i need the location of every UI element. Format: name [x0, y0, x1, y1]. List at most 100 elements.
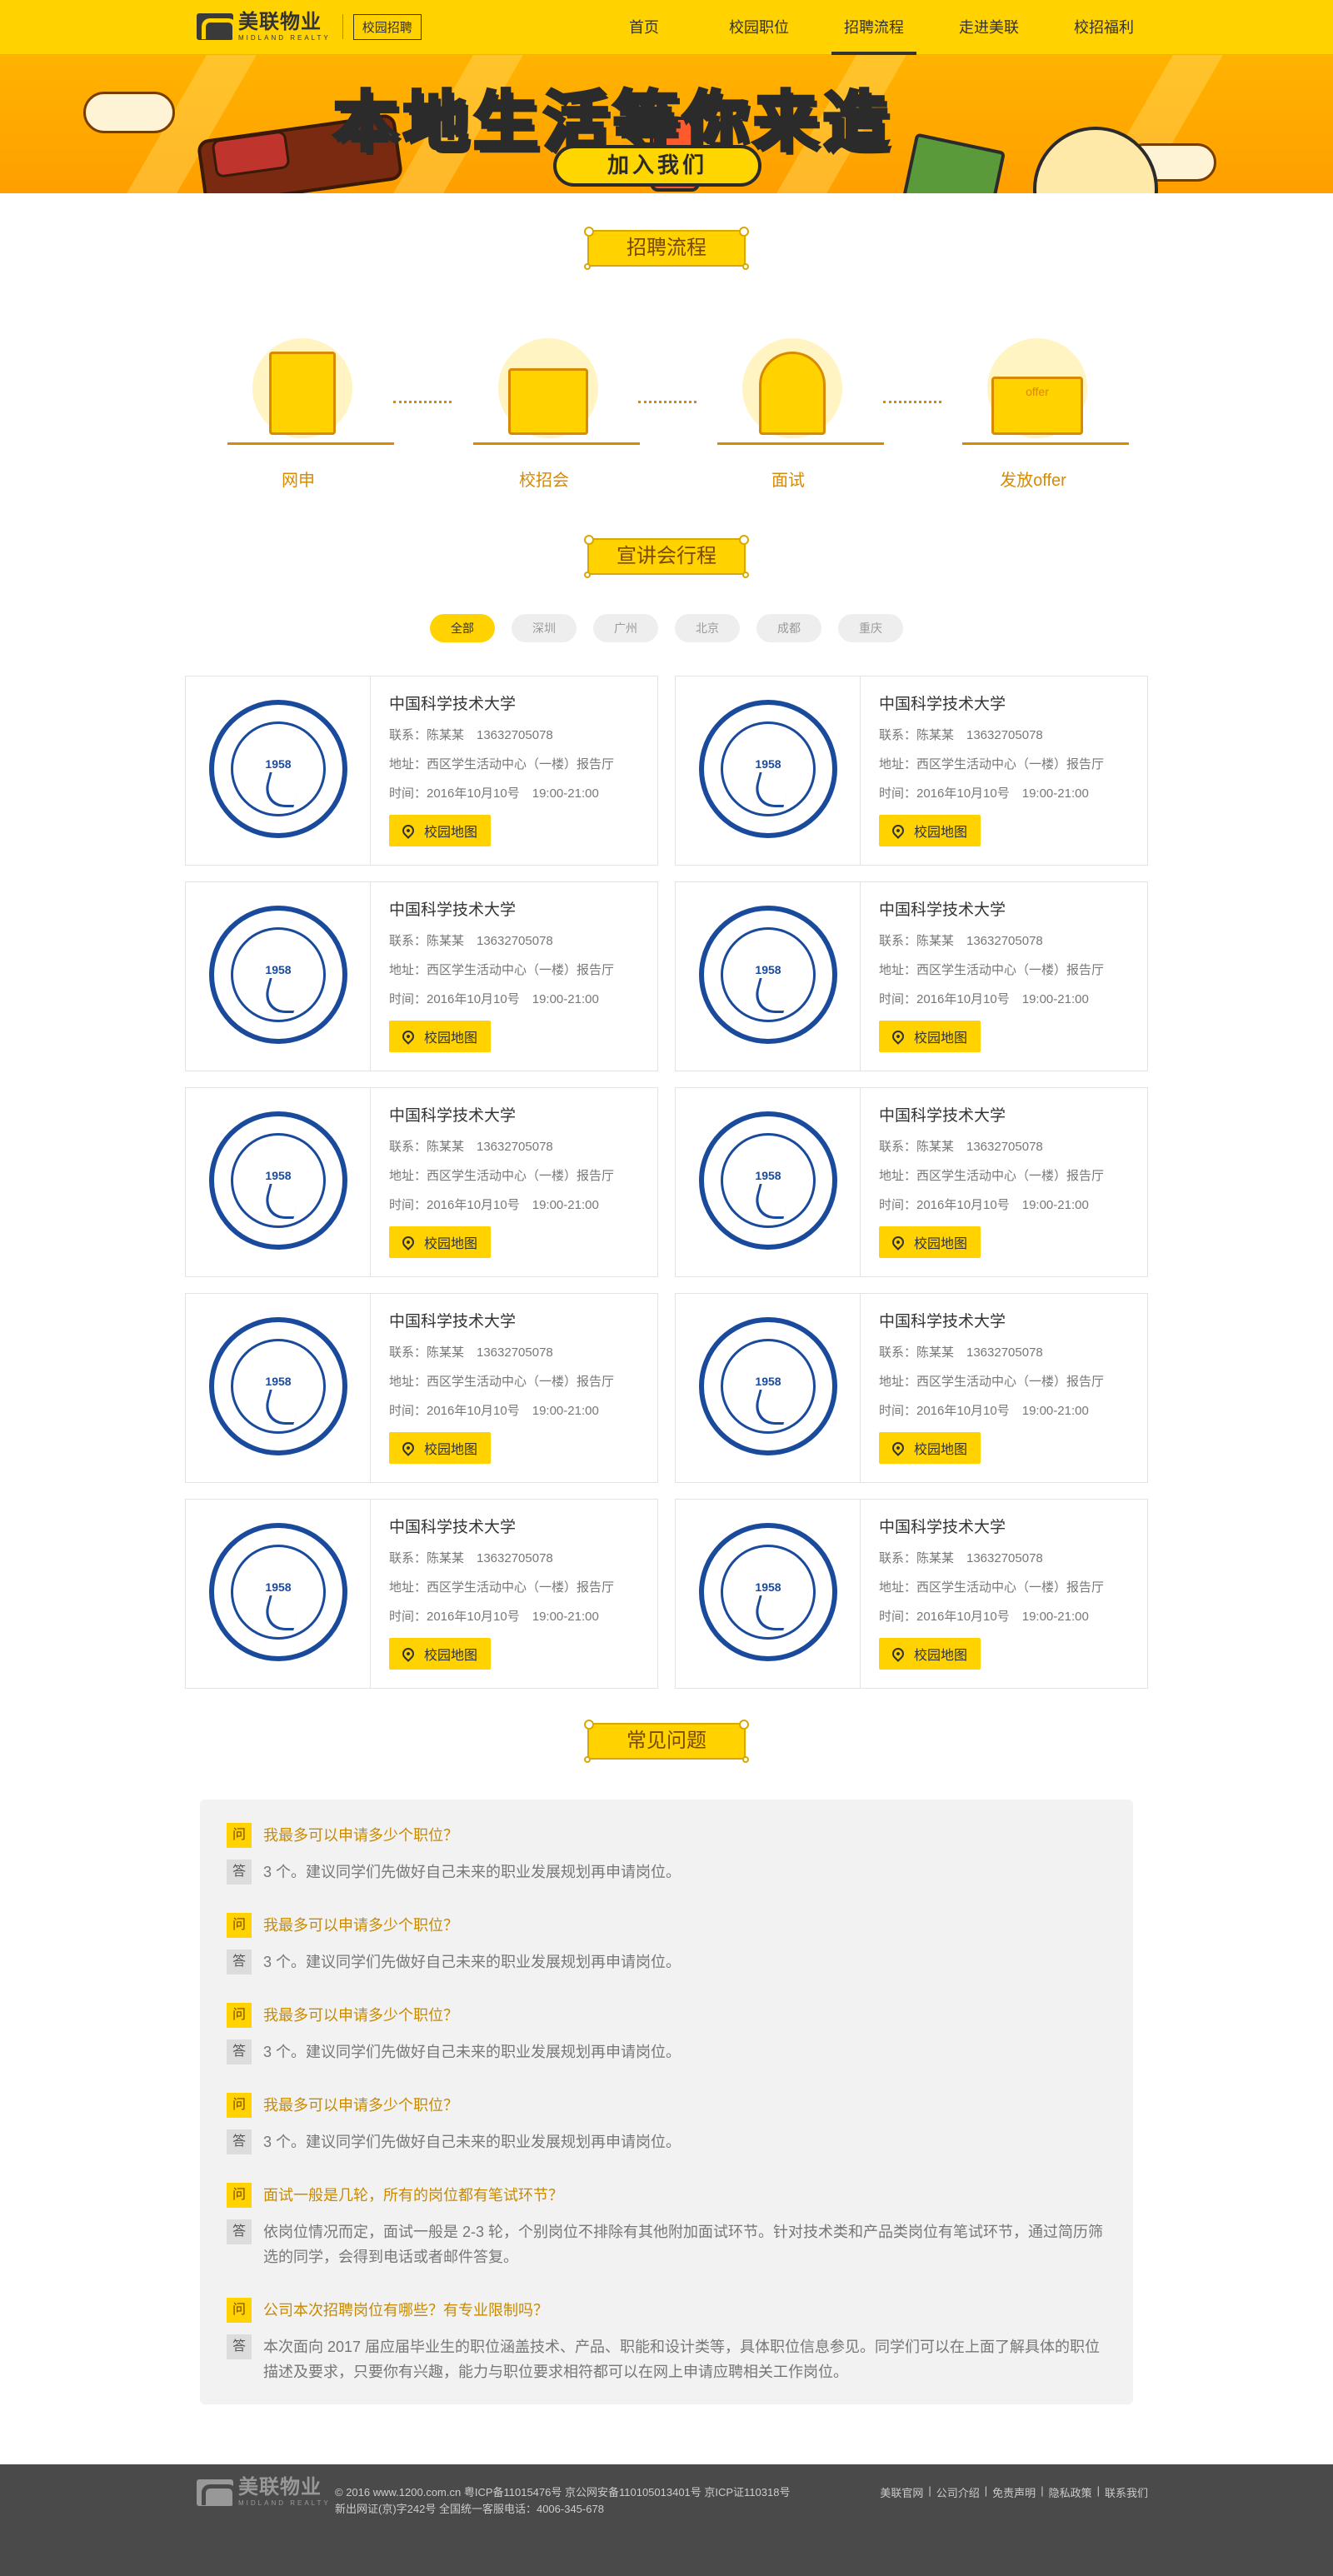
footer-link-privacy[interactable]: 隐私政策	[1049, 2484, 1092, 2500]
university-logo-area: 1958	[676, 1088, 861, 1276]
seal-inner-ring: 1958	[231, 1339, 326, 1434]
nav-recruit-process[interactable]: 招聘流程	[816, 0, 931, 55]
session-info: 中国科学技术大学 联系：陈某某 13632705078 地址：西区学生活动中心（一楼…	[389, 1515, 649, 1670]
session-contact: 联系：陈某某 13632705078	[879, 934, 1043, 948]
filter-shenzhen[interactable]: 深圳	[512, 614, 577, 642]
seal-year: 1958	[265, 1580, 292, 1594]
university-name: 中国科学技术大学	[389, 1313, 517, 1330]
faq-item: 问我最多可以申请多少个职位？ 答 3 个。建议同学们先做好自己未来的职业发展规划再…	[227, 2003, 1109, 2064]
process-step-offer: offer 发放offer	[950, 332, 1129, 491]
campus-map-button[interactable]: 校园地图	[389, 1021, 492, 1052]
campus-recruit-badge[interactable]: 校园招聘	[352, 13, 422, 40]
footer-link-about[interactable]: 公司介绍	[936, 2484, 980, 2500]
university-name: 中国科学技术大学	[879, 1519, 1006, 1536]
logo-divider	[342, 14, 343, 39]
university-name: 中国科学技术大学	[389, 696, 517, 713]
faq-item: 问我最多可以申请多少个职位？ 答 3 个。建议同学们先做好自己未来的职业发展规划再…	[227, 2093, 1109, 2154]
question-tag: 问	[227, 2003, 252, 2028]
nav-about-midland[interactable]: 走进美联	[931, 0, 1046, 55]
faq-item: 问我最多可以申请多少个职位？ 答 3 个。建议同学们先做好自己未来的职业发展规划再…	[227, 1823, 1109, 1885]
university-seal-icon: 1958	[699, 1317, 837, 1455]
session-address: 地址：西区学生活动中心（一楼）报告厅	[389, 1580, 615, 1595]
top-navigation-bar: 美联物业 MIDLAND REALTY 校园招聘 首页 校园职位 招聘流程 走进…	[0, 0, 1333, 55]
faq-question: 我最多可以申请多少个职位？	[263, 2007, 458, 2024]
footer-link-official[interactable]: 美联官网	[880, 2484, 923, 2500]
filter-chongqing[interactable]: 重庆	[838, 614, 903, 642]
university-seal-icon: 1958	[209, 1523, 347, 1661]
university-seal-icon: 1958	[209, 906, 347, 1044]
session-address: 地址：西区学生活动中心（一楼）报告厅	[389, 1375, 615, 1389]
campus-map-label: 校园地图	[914, 826, 968, 840]
footer-logo[interactable]: 美联物业 MIDLAND REALTY	[197, 2478, 331, 2507]
campus-map-button[interactable]: 校园地图	[389, 1432, 492, 1464]
location-pin-icon	[890, 1440, 906, 1456]
filter-all[interactable]: 全部	[430, 614, 495, 642]
filter-chengdu[interactable]: 成都	[756, 614, 821, 642]
seal-inner-ring: 1958	[231, 927, 326, 1022]
faq-answer: 本次面向 2017 届应届毕业生的职位涵盖技术、产品、职能和设计类等，具体职位信…	[263, 2339, 1101, 2380]
university-logo-area: 1958	[186, 1500, 371, 1688]
session-address: 地址：西区学生活动中心（一楼）报告厅	[389, 1169, 615, 1183]
university-seal-icon: 1958	[209, 1317, 347, 1455]
footer-copyright: © 2016 www.1200.com.cn 粤ICP备11015476号 京公…	[335, 2484, 790, 2518]
session-contact: 联系：陈某某 13632705078	[879, 1140, 1043, 1154]
nav-campus-jobs[interactable]: 校园职位	[701, 0, 816, 55]
process-step-label: 发放offer	[1000, 472, 1066, 490]
university-logo-area: 1958	[186, 1294, 371, 1482]
footer-line-1: © 2016 www.1200.com.cn 粤ICP备11015476号 京公…	[335, 2486, 791, 2499]
brand-logo[interactable]: 美联物业 MIDLAND REALTY 校园招聘	[197, 12, 422, 42]
session-time: 时间：2016年10月10号 19:00-21:00	[879, 1610, 1089, 1624]
join-us-button[interactable]: 加入我们	[553, 145, 761, 187]
session-info: 中国科学技术大学 联系：陈某某 13632705078 地址：西区学生活动中心（一楼…	[879, 1103, 1139, 1258]
process-step-interview: 面试	[705, 332, 884, 491]
offer-envelope-icon: offer	[962, 332, 1129, 448]
campus-map-button[interactable]: 校园地图	[879, 1432, 981, 1464]
footer-link-disclaimer[interactable]: 免责声明	[992, 2484, 1036, 2500]
footer-logo-chinese: 美联物业	[238, 2476, 322, 2499]
university-name: 中国科学技术大学	[389, 1107, 517, 1125]
university-logo-area: 1958	[676, 676, 861, 865]
section-title-faq: 常见问题	[584, 1720, 749, 1763]
logo-chinese-name: 美联物业	[238, 10, 322, 33]
location-pin-icon	[400, 1645, 417, 1662]
campus-map-button[interactable]: 校园地图	[389, 1638, 492, 1670]
campus-map-button[interactable]: 校园地图	[879, 1226, 981, 1258]
process-step-apply: 网申	[215, 332, 394, 491]
footer-link-contact[interactable]: 联系我们	[1105, 2484, 1148, 2500]
seal-inner-ring: 1958	[721, 1133, 816, 1228]
session-address: 地址：西区学生活动中心（一楼）报告厅	[389, 963, 615, 977]
campus-map-button[interactable]: 校园地图	[389, 1226, 492, 1258]
campus-map-button[interactable]: 校园地图	[389, 815, 492, 846]
city-filter-bar: 全部 深圳 广州 北京 成都 重庆	[430, 614, 903, 642]
campus-map-button[interactable]: 校园地图	[879, 1638, 981, 1670]
seal-sail-mark	[750, 1184, 793, 1219]
hero-banner: 本地生活等你来造 加入我们	[0, 55, 1333, 193]
footer-logo-text: 美联物业 MIDLAND REALTY	[238, 2478, 331, 2507]
session-contact: 联系：陈某某 13632705078	[389, 934, 553, 948]
campus-map-button[interactable]: 校园地图	[879, 815, 981, 846]
session-info: 中国科学技术大学 联系：陈某某 13632705078 地址：西区学生活动中心（一楼…	[879, 691, 1139, 846]
filter-beijing[interactable]: 北京	[675, 614, 740, 642]
session-address: 地址：西区学生活动中心（一楼）报告厅	[389, 757, 615, 771]
university-logo-area: 1958	[676, 882, 861, 1071]
seal-sail-mark	[260, 772, 303, 807]
filter-guangzhou[interactable]: 广州	[593, 614, 658, 642]
nav-benefits[interactable]: 校招福利	[1046, 0, 1161, 55]
campus-map-button[interactable]: 校园地图	[879, 1021, 981, 1052]
question-tag: 问	[227, 2183, 252, 2208]
application-form-icon	[227, 332, 394, 448]
seal-year: 1958	[265, 963, 292, 976]
session-info: 中国科学技术大学 联系：陈某某 13632705078 地址：西区学生活动中心（一楼…	[879, 897, 1139, 1052]
faq-question: 公司本次招聘岗位有哪些？有专业限制吗？	[263, 2302, 548, 2319]
session-address: 地址：西区学生活动中心（一楼）报告厅	[879, 1375, 1105, 1389]
offer-envelope-text: offer	[991, 377, 1083, 435]
university-name: 中国科学技术大学	[879, 1313, 1006, 1330]
session-card: 1958 中国科学技术大学 联系：陈某某 13632705078 地址：西区学生活动中…	[675, 1087, 1148, 1277]
footer-link-sep: |	[984, 2484, 988, 2497]
session-card: 1958 中国科学技术大学 联系：陈某某 13632705078 地址：西区学生活动中…	[185, 676, 658, 866]
campus-map-label: 校园地图	[424, 1237, 478, 1251]
seal-year: 1958	[265, 1375, 292, 1388]
process-step-campus-talk: 校招会	[461, 332, 640, 491]
nav-home[interactable]: 首页	[587, 0, 701, 55]
session-contact: 联系：陈某某 13632705078	[389, 728, 553, 742]
